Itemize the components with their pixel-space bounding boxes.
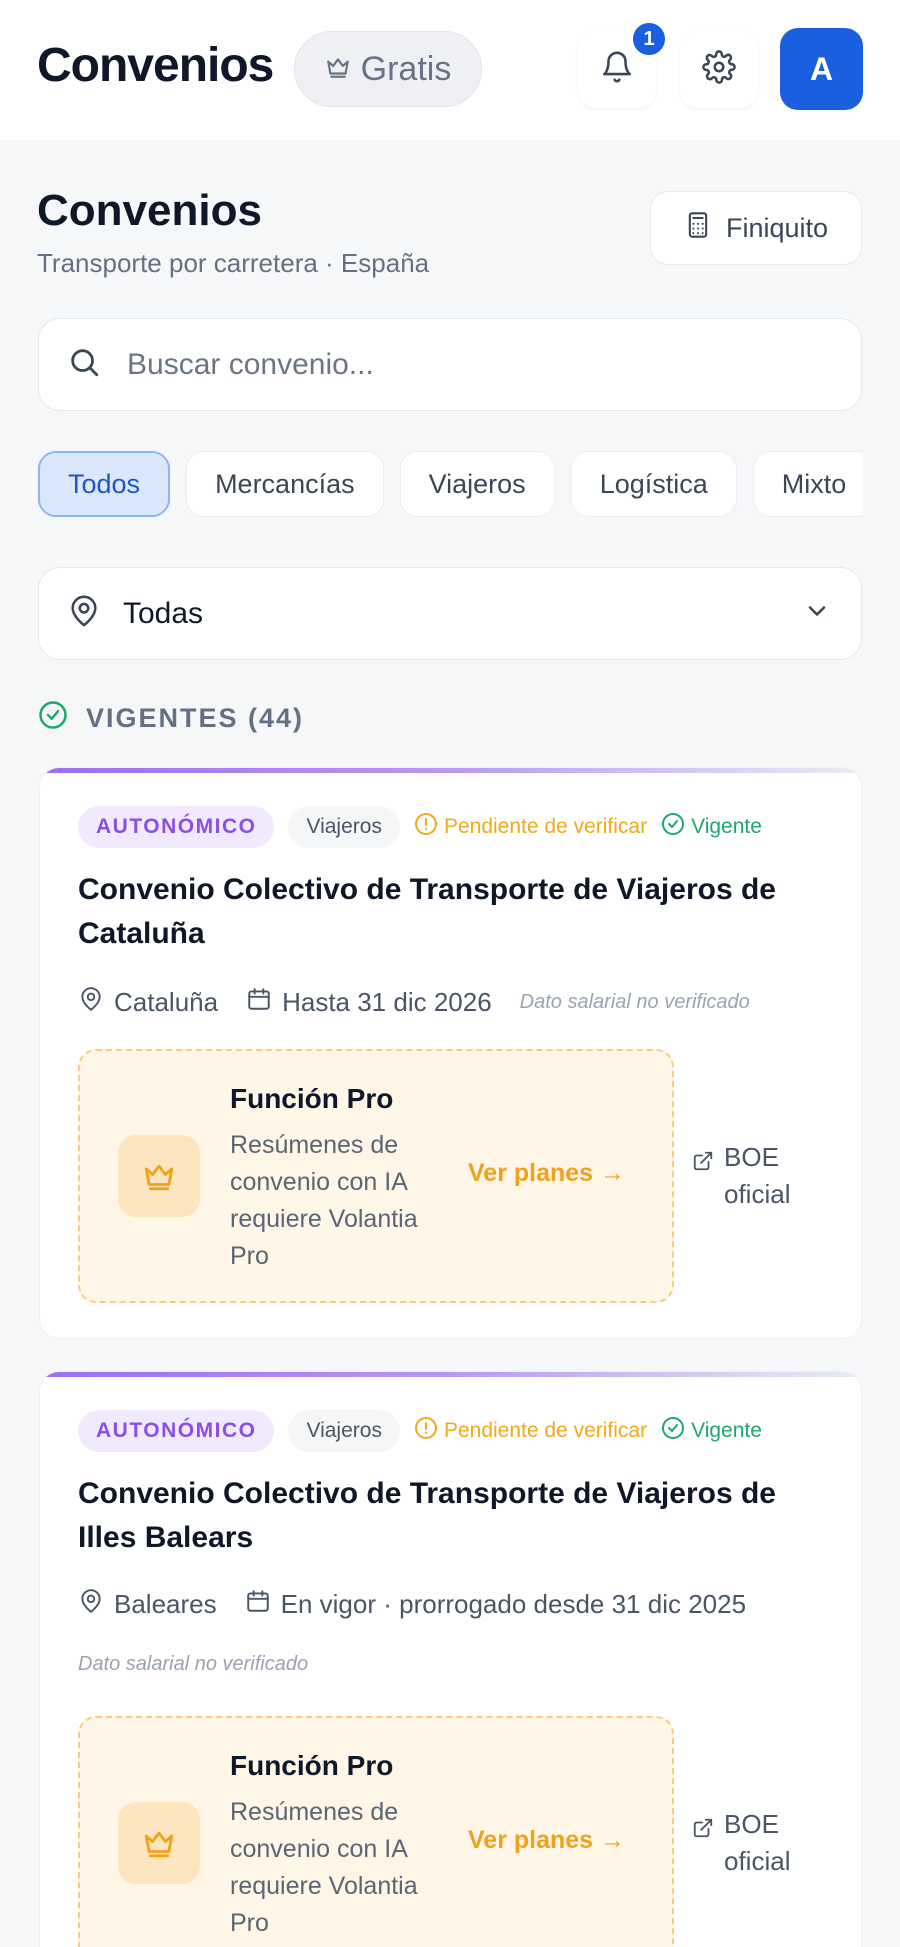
status-badge: Vigente <box>661 1416 762 1446</box>
search-box <box>38 318 862 411</box>
card-badges: AUTONÓMICO Viajeros Pendiente de verific… <box>78 806 762 848</box>
check-circle-icon <box>38 700 68 737</box>
chip-logistica[interactable]: Logística <box>570 451 737 517</box>
crown-icon <box>118 1135 200 1217</box>
boe-link-label: BOE oficial <box>724 1142 791 1209</box>
boe-link[interactable]: BOE oficial <box>692 1139 814 1213</box>
card-accent-bar <box>40 1372 861 1377</box>
pro-description: Resúmenes de convenio con IA requiere Vo… <box>230 1131 418 1270</box>
alert-circle-icon <box>414 1416 438 1446</box>
pro-title: Función Pro <box>230 1750 394 1781</box>
status-label: Vigente <box>691 815 762 838</box>
pending-badge: Pendiente de verificar <box>414 812 647 842</box>
card-region: Baleares <box>78 1588 217 1621</box>
chip-todos[interactable]: Todos <box>38 451 171 517</box>
region-select-value: Todas <box>123 596 204 630</box>
map-pin-icon <box>78 986 104 1019</box>
unverified-note: Dato salarial no verificado <box>519 991 750 1013</box>
page-subtitle: Transporte por carretera · España <box>37 248 430 278</box>
filter-chips: Todos Mercancías Viajeros Logística Mixto <box>38 451 862 517</box>
alert-circle-icon <box>414 812 438 842</box>
map-pin-icon <box>78 1588 104 1621</box>
section-header-vigentes: VIGENTES (44) <box>38 700 304 737</box>
check-circle-icon <box>661 1416 685 1446</box>
card-region: Cataluña <box>78 986 218 1019</box>
ver-planes-link[interactable]: Ver planes → <box>468 1826 625 1855</box>
boe-link-label: BOE oficial <box>724 1809 791 1876</box>
crown-icon <box>118 1802 200 1884</box>
calendar-icon <box>246 986 272 1019</box>
card-accent-bar <box>40 768 861 773</box>
scope-badge: AUTONÓMICO <box>78 1410 275 1452</box>
scope-badge: AUTONÓMICO <box>78 806 275 848</box>
pro-upsell: Función Pro Resúmenes de convenio con IA… <box>78 1049 674 1303</box>
type-badge: Viajeros <box>288 806 400 848</box>
bell-icon <box>600 50 634 89</box>
boe-link[interactable]: BOE oficial <box>692 1806 814 1880</box>
status-label: Vigente <box>691 1419 762 1442</box>
chip-mixto[interactable]: Mixto <box>752 451 862 517</box>
settings-button[interactable] <box>680 30 758 108</box>
card-meta: Baleares En vigor · prorrogado desde 31 … <box>78 1588 774 1621</box>
check-circle-icon <box>661 812 685 842</box>
plan-badge[interactable]: Gratis <box>294 31 482 107</box>
plan-label: Gratis <box>360 49 452 88</box>
unverified-note: Dato salarial no verificado <box>78 1653 309 1675</box>
pro-title: Función Pro <box>230 1083 394 1114</box>
app-brand: Convenios <box>37 39 274 92</box>
pending-badge: Pendiente de verificar <box>414 1416 647 1446</box>
calculator-icon <box>684 211 712 246</box>
status-badge: Vigente <box>661 812 762 842</box>
pending-label: Pendiente de verificar <box>443 1419 648 1442</box>
card-meta-note: Dato salarial no verificado <box>78 1653 308 1676</box>
crown-icon <box>325 50 351 89</box>
convenio-card[interactable]: AUTONÓMICO Viajeros Pendiente de verific… <box>39 1371 862 1947</box>
top-bar: Convenios Gratis 1 A <box>0 0 900 140</box>
region-select[interactable]: Todas <box>38 567 862 660</box>
section-label: VIGENTES (44) <box>86 703 305 733</box>
external-link-icon <box>692 1812 714 1849</box>
type-badge: Viajeros <box>288 1410 400 1452</box>
map-pin-icon <box>67 594 101 633</box>
chip-viajeros[interactable]: Viajeros <box>399 451 555 517</box>
chevron-down-icon <box>803 597 831 630</box>
avatar[interactable]: A <box>780 28 863 110</box>
pro-upsell: Función Pro Resúmenes de convenio con IA… <box>78 1716 674 1947</box>
page-title: Convenios <box>37 186 262 235</box>
card-meta: Cataluña Hasta 31 dic 2026 Dato salarial… <box>78 986 750 1019</box>
card-validity-label: En vigor · prorrogado desde 31 dic 2025 <box>280 1589 747 1619</box>
card-badges: AUTONÓMICO Viajeros Pendiente de verific… <box>78 1410 762 1452</box>
card-region-label: Baleares <box>114 1589 217 1619</box>
search-icon <box>67 345 101 384</box>
calendar-icon <box>245 1588 271 1621</box>
gear-icon <box>702 49 736 89</box>
card-validity-label: Hasta 31 dic 2026 <box>282 987 492 1017</box>
finiquito-label: Finiquito <box>725 212 829 243</box>
ver-planes-link[interactable]: Ver planes → <box>468 1159 625 1188</box>
chip-mercancias[interactable]: Mercancías <box>186 451 384 517</box>
card-title[interactable]: Convenio Colectivo de Transporte de Viaj… <box>78 1472 838 1560</box>
card-title[interactable]: Convenio Colectivo de Transporte de Viaj… <box>78 868 838 956</box>
pro-description: Resúmenes de convenio con IA requiere Vo… <box>230 1798 418 1937</box>
notification-count-badge: 1 <box>630 20 668 58</box>
finiquito-button[interactable]: Finiquito <box>650 191 862 265</box>
search-input[interactable] <box>127 347 807 382</box>
external-link-icon <box>692 1145 714 1182</box>
card-validity: Hasta 31 dic 2026 <box>246 986 492 1019</box>
card-region-label: Cataluña <box>114 987 219 1017</box>
convenio-card[interactable]: AUTONÓMICO Viajeros Pendiente de verific… <box>39 767 862 1339</box>
card-validity: En vigor · prorrogado desde 31 dic 2025 <box>245 1588 746 1621</box>
pending-label: Pendiente de verificar <box>443 815 648 838</box>
